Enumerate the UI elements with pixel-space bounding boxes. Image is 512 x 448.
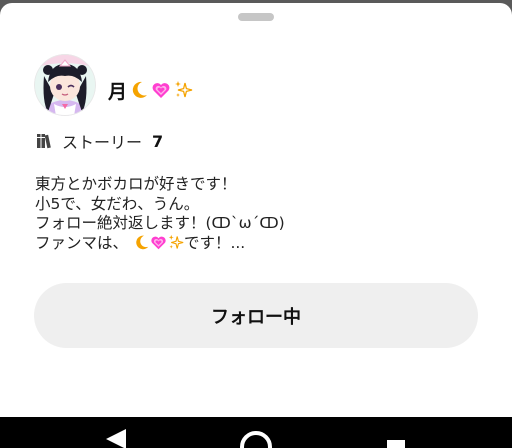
bio-line-3: フォロー絶対返します！(ↀ`ω´ↀ): [35, 214, 285, 232]
books-icon: [37, 134, 51, 149]
sparkles-icon: [168, 234, 184, 249]
sparkling-heart-icon: [151, 236, 166, 249]
profile-name-row: 月: [108, 76, 193, 104]
sparkling-heart-icon: [152, 83, 170, 98]
bottom-sheet: 月 ストーリー 7 東方とかボカロが好きです！ 小5で、女だわ、うん。 フォロー…: [0, 3, 512, 417]
bio-line-2: 小5で、女だわ、うん。: [35, 194, 200, 213]
story-count-value: 7: [152, 131, 164, 151]
bio-line-4-suffix: です！...: [183, 233, 246, 252]
story-count-label: ストーリー: [62, 133, 143, 152]
drag-handle[interactable]: [238, 13, 274, 21]
story-count[interactable]: ストーリー 7: [36, 130, 163, 152]
home-icon[interactable]: [239, 430, 273, 448]
bio-line-1: 東方とかボカロが好きです！: [35, 175, 237, 193]
recents-icon[interactable]: [385, 438, 407, 448]
avatar[interactable]: [34, 54, 96, 116]
bio-line-4: ファンマは、 です！...: [35, 234, 475, 254]
system-navigation-bar: [0, 417, 512, 448]
bio-line-4-prefix: ファンマは、: [35, 233, 129, 252]
crescent-moon-icon: [132, 81, 148, 98]
sparkles-icon: [175, 81, 193, 98]
following-button[interactable]: フォロー中: [34, 283, 478, 348]
crescent-moon-icon: [136, 235, 149, 249]
profile-bio: 東方とかボカロが好きです！ 小5で、女だわ、うん。 フォロー絶対返します！(ↀ`…: [35, 175, 475, 253]
profile-name: 月: [108, 80, 128, 103]
back-icon[interactable]: [104, 427, 128, 448]
